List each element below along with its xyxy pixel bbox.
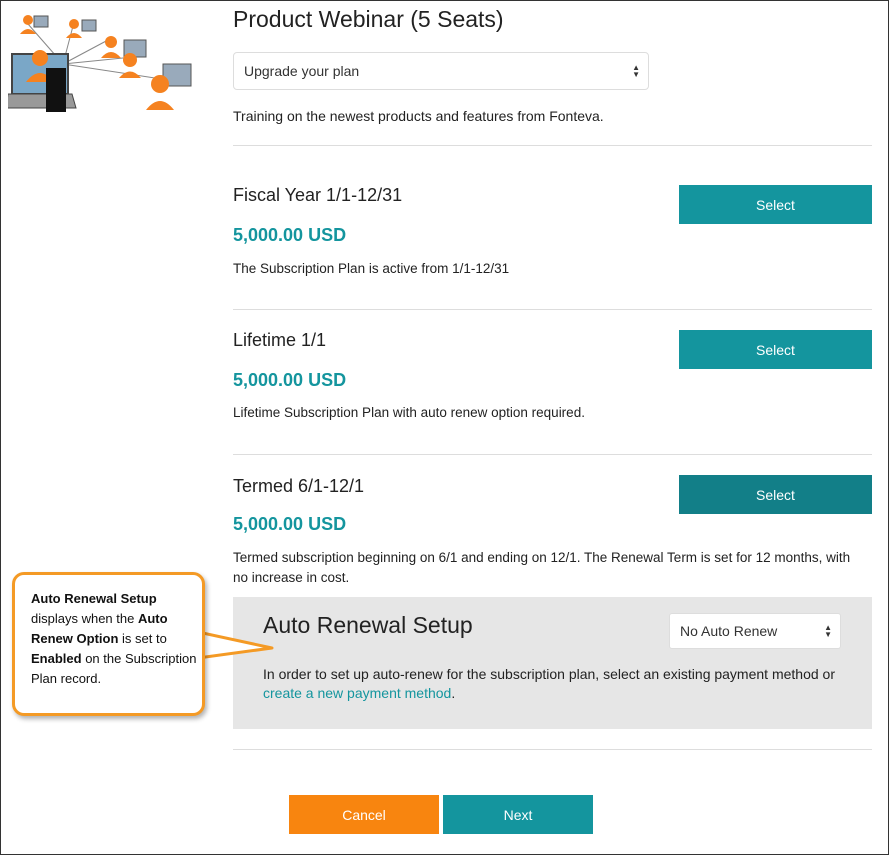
annotation-callout: Auto Renewal Setup displays when the Aut… — [12, 572, 205, 716]
select-plan-button[interactable]: Select — [679, 330, 872, 369]
auto-renewal-text-before: In order to set up auto-renew for the su… — [263, 666, 835, 682]
divider — [233, 749, 872, 750]
select-arrows-icon: ▲ ▼ — [824, 623, 832, 639]
auto-renew-select[interactable]: No Auto Renew ▲ ▼ — [669, 613, 841, 649]
plan-description: Lifetime Subscription Plan with auto ren… — [233, 405, 585, 420]
select-arrows-icon: ▲ ▼ — [632, 63, 640, 79]
create-payment-method-link[interactable]: create a new payment method — [263, 685, 451, 701]
divider — [233, 454, 872, 455]
plan-price: 5,000.00 USD — [233, 514, 347, 534]
plan-price: 5,000.00 USD — [233, 370, 347, 390]
plan-name: Fiscal Year 1/1-12/31 — [233, 185, 403, 205]
callout-bold-3: Enabled — [31, 651, 82, 666]
auto-renewal-text-after: . — [451, 685, 456, 701]
select-plan-button[interactable]: Select — [679, 185, 872, 224]
divider — [233, 309, 872, 310]
select-plan-button[interactable]: Select — [679, 475, 872, 514]
auto-renewal-text: In order to set up auto-renew for the su… — [263, 665, 843, 703]
page-title: Product Webinar (5 Seats) — [233, 6, 504, 32]
callout-text-1: displays when the — [31, 611, 138, 626]
callout-text-2: is set to — [118, 631, 167, 646]
auto-renewal-title: Auto Renewal Setup — [263, 612, 473, 638]
plan-description: Termed subscription beginning on 6/1 and… — [233, 550, 851, 585]
product-image — [8, 15, 192, 112]
plan-name: Termed 6/1-12/1 — [233, 476, 365, 496]
plan-select-value: Upgrade your plan — [244, 63, 360, 79]
callout-bold-1: Auto Renewal Setup — [31, 591, 157, 606]
cancel-button[interactable]: Cancel — [289, 795, 439, 834]
auto-renew-select-value: No Auto Renew — [680, 623, 778, 639]
next-button[interactable]: Next — [443, 795, 593, 834]
divider — [233, 145, 872, 146]
plan-description: The Subscription Plan is active from 1/1… — [233, 261, 510, 276]
callout-pointer — [198, 630, 274, 660]
product-description: Training on the newest products and feat… — [233, 108, 604, 124]
plan-price: 5,000.00 USD — [233, 225, 347, 245]
auto-renewal-panel: Auto Renewal Setup No Auto Renew ▲ ▼ In o… — [233, 597, 872, 729]
plan-select[interactable]: Upgrade your plan ▲ ▼ — [233, 52, 649, 90]
plan-name: Lifetime 1/1 — [233, 330, 327, 350]
